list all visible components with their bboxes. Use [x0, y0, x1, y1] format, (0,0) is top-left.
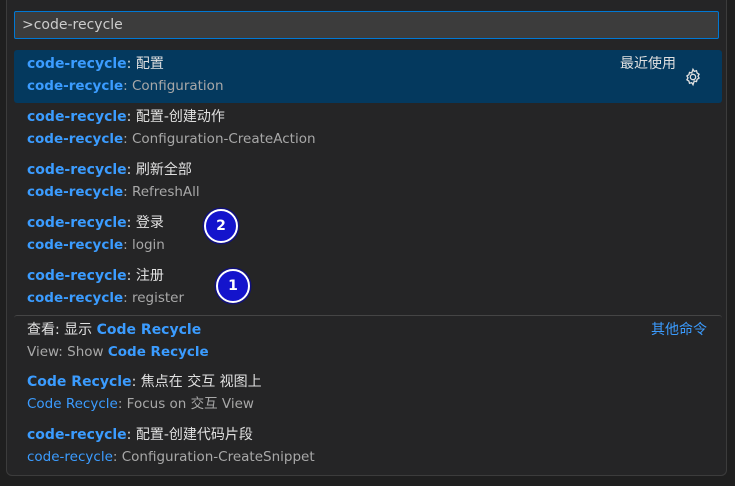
item-desc-prefix: code-recycle	[27, 78, 124, 94]
item-prefix: Code Recycle	[96, 322, 202, 338]
item-title: 配置-创建动作	[135, 109, 225, 125]
item-desc: : RefreshAll	[123, 184, 200, 200]
item-title: 查看: 显示	[27, 322, 97, 338]
item-desc: : register	[123, 290, 185, 306]
item-title: 配置	[135, 56, 164, 72]
list-item[interactable]: code-recycle: 注册 code-recycle: register	[14, 262, 722, 315]
item-desc: : login	[123, 237, 165, 253]
item-title: 刷新全部	[135, 162, 192, 178]
item-desc-prefix: code-recycle	[27, 290, 124, 306]
item-desc-prefix: Code Recycle	[107, 344, 209, 360]
item-desc-prefix: Code Recycle	[27, 396, 118, 412]
list-item[interactable]: code-recycle: 配置-创建动作 code-recycle: Conf…	[14, 103, 722, 156]
list-item[interactable]: Code Recycle: 焦点在 交互 视图上 Code Recycle: F…	[14, 368, 722, 421]
command-input[interactable]	[14, 11, 719, 39]
item-prefix: code-recycle	[27, 109, 127, 125]
item-desc: : Configuration-CreateSnippet	[112, 449, 315, 465]
gear-icon[interactable]	[683, 67, 703, 87]
command-palette: code-recycle: 配置 code-recycle: Configura…	[6, 0, 727, 476]
item-prefix: code-recycle	[27, 215, 127, 231]
recently-used-label: 最近使用	[620, 56, 676, 72]
item-desc: View: Show	[27, 344, 108, 360]
item-desc: : Configuration-CreateAction	[123, 131, 316, 147]
item-title: 注册	[135, 268, 164, 284]
list-item[interactable]: code-recycle: 登录 code-recycle: login	[14, 209, 722, 262]
other-commands-link[interactable]: 其他命令	[651, 319, 707, 341]
item-desc-prefix: code-recycle	[27, 184, 124, 200]
step-badge-1: 1	[216, 269, 250, 303]
item-title: 焦点在 交互 视图上	[140, 374, 262, 390]
item-prefix: Code Recycle	[27, 374, 132, 390]
item-prefix: code-recycle	[27, 56, 127, 72]
item-desc: : Focus on 交互 View	[117, 396, 254, 412]
command-list: code-recycle: 配置 code-recycle: Configura…	[14, 50, 722, 474]
item-prefix: code-recycle	[27, 268, 127, 284]
item-title: 登录	[135, 215, 164, 231]
list-item[interactable]: code-recycle: 配置-创建代码片段 code-recycle: Co…	[14, 421, 722, 474]
item-desc-prefix: code-recycle	[27, 449, 113, 465]
item-prefix: code-recycle	[27, 162, 127, 178]
item-desc-prefix: code-recycle	[27, 131, 124, 147]
list-item[interactable]: code-recycle: 配置 code-recycle: Configura…	[14, 50, 722, 103]
list-item[interactable]: code-recycle: 刷新全部 code-recycle: Refresh…	[14, 156, 722, 209]
item-prefix: code-recycle	[27, 427, 127, 443]
item-title: 配置-创建代码片段	[135, 427, 253, 443]
item-desc: : Configuration	[123, 78, 224, 94]
step-badge-2: 2	[204, 209, 238, 243]
list-item[interactable]: 查看: 显示 Code Recycle View: Show Code Recy…	[14, 315, 722, 368]
item-desc-prefix: code-recycle	[27, 237, 124, 253]
